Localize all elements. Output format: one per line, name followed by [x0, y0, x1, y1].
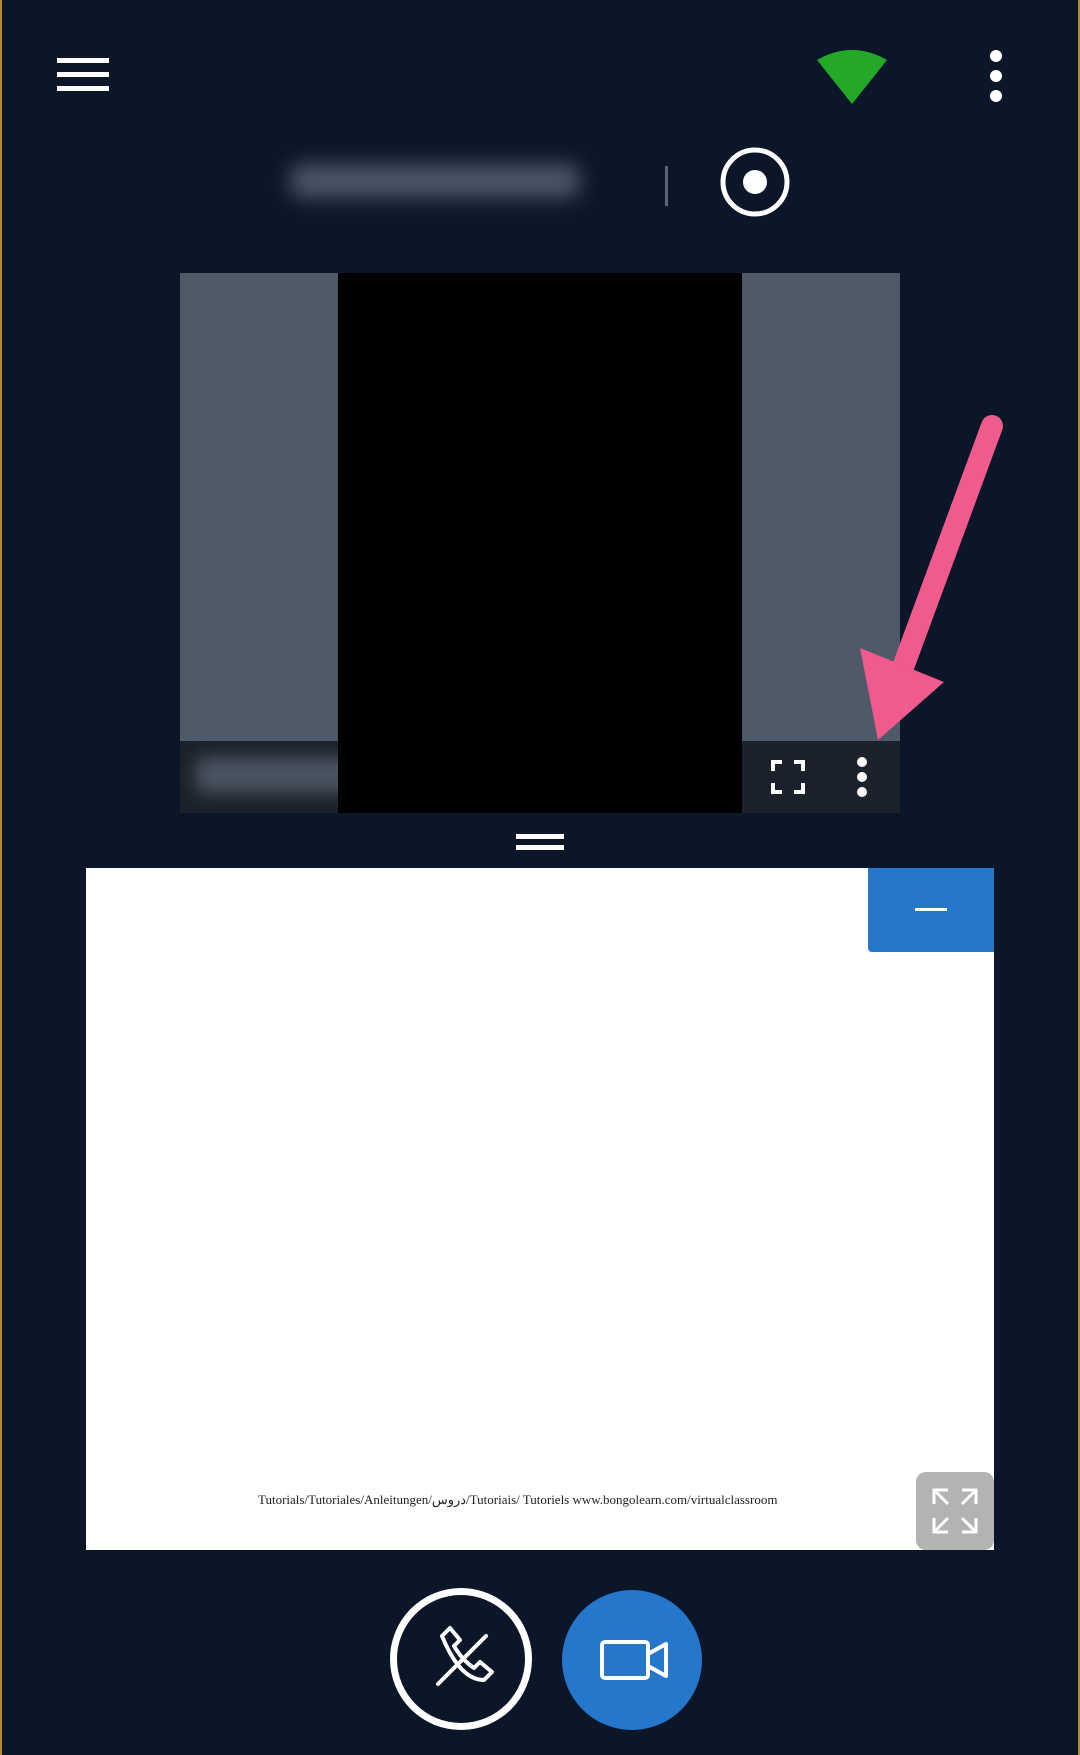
content-panel: Tutorials/Tutoriales/Anleitungen/دروس/Tu… — [86, 868, 994, 1550]
record-icon — [720, 147, 790, 217]
drag-handle-icon — [516, 834, 564, 850]
connection-signal[interactable] — [812, 46, 892, 108]
minimize-button[interactable] — [868, 868, 994, 952]
menu-button[interactable] — [50, 50, 116, 100]
panel-drag-handle[interactable] — [514, 830, 566, 856]
hamburger-icon — [57, 58, 109, 91]
fullscreen-button[interactable] — [770, 759, 806, 795]
annotation-arrow — [860, 415, 1003, 740]
record-button[interactable] — [719, 146, 791, 218]
video-camera-icon — [600, 1640, 668, 1680]
more-options-button[interactable] — [976, 46, 1016, 106]
session-title-blurred — [290, 160, 590, 204]
fullscreen-icon — [771, 760, 805, 794]
phone-hangup-icon — [397, 1595, 525, 1723]
kebab-icon — [990, 50, 1002, 102]
video-stage — [180, 273, 900, 813]
hangup-button[interactable] — [390, 1588, 532, 1730]
title-divider — [665, 166, 668, 206]
expand-button[interactable] — [916, 1472, 994, 1550]
kebab-icon — [857, 757, 867, 797]
camera-button[interactable] — [562, 1590, 702, 1730]
wifi-signal-icon — [817, 50, 887, 104]
panel-footer-text: Tutorials/Tutoriales/Anleitungen/دروس/Tu… — [258, 1492, 778, 1507]
minus-icon — [915, 908, 947, 911]
video-feed — [338, 273, 742, 813]
video-tile-left — [180, 273, 338, 741]
tile-options-button[interactable] — [852, 755, 872, 799]
expand-icon — [932, 1488, 978, 1534]
